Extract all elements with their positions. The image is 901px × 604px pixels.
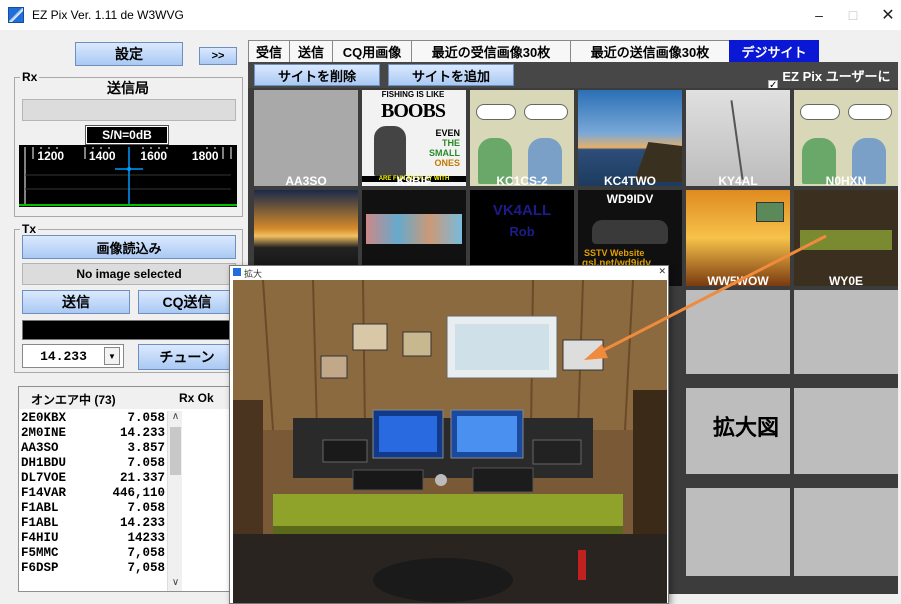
app-window: EZ Pix Ver. 1.11 de W3WVG – □ ✕ 設定 >> Rx… [0,0,901,604]
annotation-arrow [584,234,827,360]
zoom-annotation: 拡大図 [713,416,780,441]
